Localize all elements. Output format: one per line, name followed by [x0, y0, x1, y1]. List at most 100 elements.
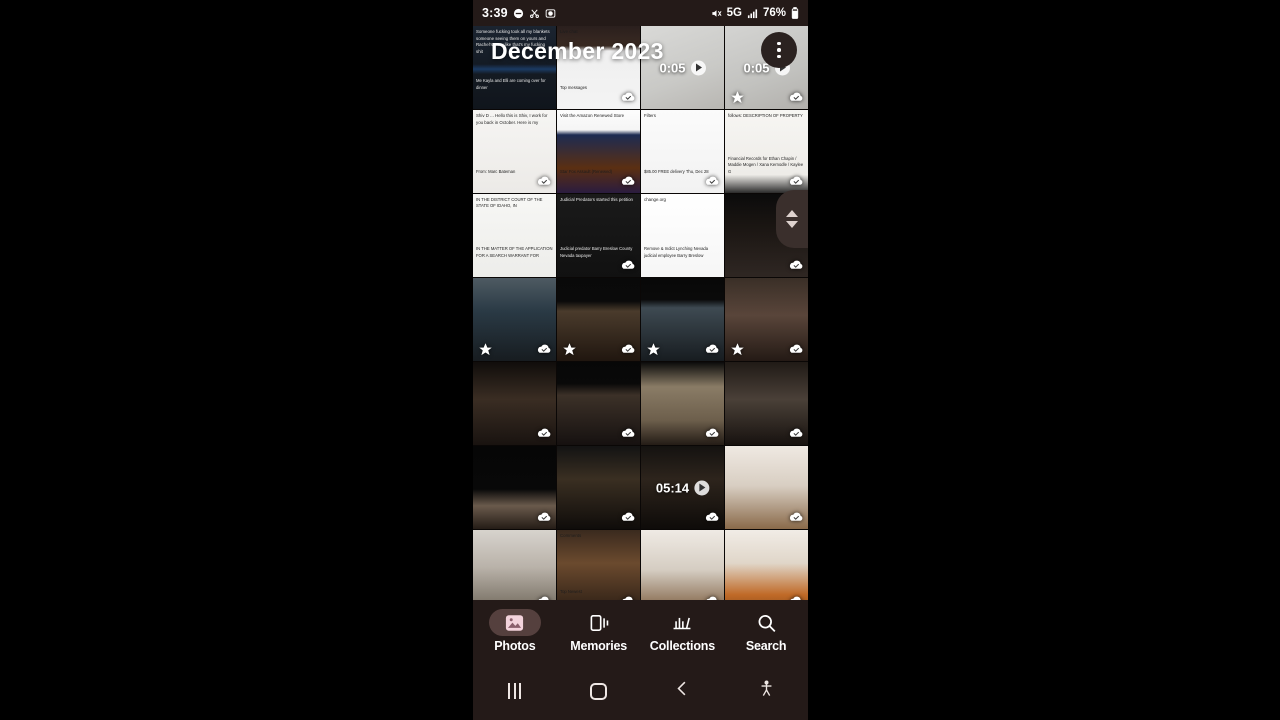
cloud-sync-icon [788, 258, 803, 273]
video-duration-label: 0:05 [659, 60, 686, 75]
tab-collections[interactable]: Collections [641, 609, 725, 653]
cloud-sync-icon [788, 510, 803, 525]
photo-tile[interactable] [725, 278, 808, 361]
back-chevron-icon [675, 679, 690, 703]
cloud-sync-icon [788, 342, 803, 357]
photo-tile[interactable]: Visit the Amazon Renewed Store Star Fox A… [557, 110, 640, 193]
photo-tile[interactable] [641, 278, 724, 361]
tab-label: Photos [494, 639, 536, 653]
status-bar: 3:39 5G 76% [473, 0, 808, 26]
cloud-sync-icon [788, 426, 803, 441]
favorite-star-icon [730, 90, 745, 105]
tile-caption: follows: DESCRIPTION OF PROPERTY [728, 113, 803, 118]
photo-tile[interactable]: Live chat Top messages [557, 26, 640, 109]
bottom-tab-bar: Photos Memories Collections Search [473, 600, 808, 662]
tile-caption: Shiv D ... Hello this is Shiv, I work fo… [476, 113, 548, 125]
tab-label: Memories [570, 639, 627, 653]
tile-subcaption: Me Kayla and Elli are coming over for di… [476, 78, 546, 90]
nav-accessibility-button[interactable] [724, 679, 808, 703]
photo-tile[interactable]: Judicial Predators started this petition… [557, 194, 640, 277]
photo-tile[interactable]: 05:14 [641, 446, 724, 529]
favorite-star-icon [562, 342, 577, 357]
favorite-star-icon [478, 342, 493, 357]
play-icon[interactable] [690, 60, 706, 75]
photo-grid[interactable]: Someone fucking took all my blankets som… [473, 26, 808, 615]
memories-icon [573, 609, 625, 636]
scissors-icon [529, 8, 540, 19]
recents-icon [508, 683, 522, 699]
photo-tile[interactable] [557, 446, 640, 529]
photo-tile[interactable] [473, 446, 556, 529]
favorite-star-icon [646, 342, 661, 357]
cloud-sync-icon [704, 426, 719, 441]
tab-search[interactable]: Search [724, 609, 808, 653]
tile-caption: Live chat [560, 29, 578, 34]
battery-icon [791, 7, 799, 19]
nav-recents-button[interactable] [473, 683, 557, 699]
network-label: 5G [726, 7, 742, 19]
photo-tile[interactable]: 0:05 [641, 26, 724, 109]
phone-screen: 3:39 5G 76% Someone fucking took all my … [473, 0, 808, 720]
photo-tile[interactable] [557, 362, 640, 445]
video-duration-label: 05:14 [655, 480, 690, 495]
cloud-sync-icon [536, 510, 551, 525]
photo-tile[interactable] [473, 362, 556, 445]
cloud-sync-icon [704, 342, 719, 357]
video-duration-badge: 05:14 [655, 480, 710, 495]
tile-caption: Comments [560, 533, 582, 538]
home-icon [590, 682, 608, 700]
cloud-sync-icon [620, 174, 635, 189]
cloud-sync-icon [536, 174, 551, 189]
photo-tile[interactable] [473, 278, 556, 361]
cloud-sync-icon [704, 510, 719, 525]
overflow-menu-icon[interactable] [761, 32, 797, 68]
play-icon[interactable] [694, 480, 710, 495]
tile-subcaption: Financial Records for Ethan Chapin / Mad… [728, 156, 804, 174]
photo-tile[interactable]: Someone fucking took all my blankets som… [473, 26, 556, 109]
photo-tile[interactable]: change.org Remove & Indict Lynching Nevad… [641, 194, 724, 277]
tile-caption: IN THE DISTRICT COURT OF THE STATE OF ID… [476, 197, 543, 209]
tile-subcaption: Remove & Indict Lynching Nevada judicial… [644, 246, 709, 258]
photo-tile[interactable]: IN THE DISTRICT COURT OF THE STATE OF ID… [473, 194, 556, 277]
tab-label: Search [745, 639, 787, 653]
screen-record-icon [545, 8, 556, 19]
tile-caption: Visit the Amazon Renewed Store [560, 113, 625, 118]
favorite-star-icon [730, 342, 745, 357]
signal-bars-icon [747, 8, 758, 19]
photo-tile[interactable]: follows: DESCRIPTION OF PROPERTY Financia… [725, 110, 808, 193]
chevron-up-icon [786, 210, 798, 217]
tile-subcaption: IN THE MATTER OF THE APPLICATION FOR A S… [476, 246, 553, 258]
mute-icon [711, 8, 722, 19]
battery-percent: 76% [762, 7, 786, 19]
cloud-sync-icon [788, 174, 803, 189]
tab-memories[interactable]: Memories [557, 609, 641, 653]
tile-thumbnail [641, 194, 724, 277]
tile-caption: Filters [644, 113, 656, 118]
tab-photos[interactable]: Photos [473, 609, 557, 653]
tile-caption: Judicial Predators started this petition [560, 197, 633, 202]
tab-label: Collections [649, 639, 715, 653]
cloud-sync-icon [620, 258, 635, 273]
nav-back-button[interactable] [641, 679, 725, 703]
photo-tile[interactable] [641, 362, 724, 445]
tile-caption: change.org [644, 197, 666, 202]
video-duration-badge: 0:05 [659, 60, 706, 75]
photo-tile[interactable]: Shiv D ... Hello this is Shiv, I work fo… [473, 110, 556, 193]
image-icon [488, 609, 541, 636]
status-time: 3:39 [482, 6, 508, 20]
nav-home-button[interactable] [557, 682, 641, 700]
cloud-sync-icon [536, 342, 551, 357]
photo-tile[interactable] [557, 278, 640, 361]
cloud-sync-icon [620, 510, 635, 525]
photo-tile[interactable] [725, 362, 808, 445]
photo-tile[interactable] [725, 446, 808, 529]
photo-tile[interactable]: Filters $85.00 FREE delivery Thu, Dec 28 [641, 110, 724, 193]
android-nav-bar [473, 662, 808, 720]
cloud-sync-icon [704, 174, 719, 189]
search-icon [740, 609, 792, 636]
cloud-sync-icon [788, 90, 803, 105]
cloud-sync-icon [536, 426, 551, 441]
fast-scroll-handle[interactable] [776, 190, 808, 248]
tile-caption: Someone fucking took all my blankets som… [476, 29, 550, 54]
accessibility-icon [758, 679, 775, 703]
